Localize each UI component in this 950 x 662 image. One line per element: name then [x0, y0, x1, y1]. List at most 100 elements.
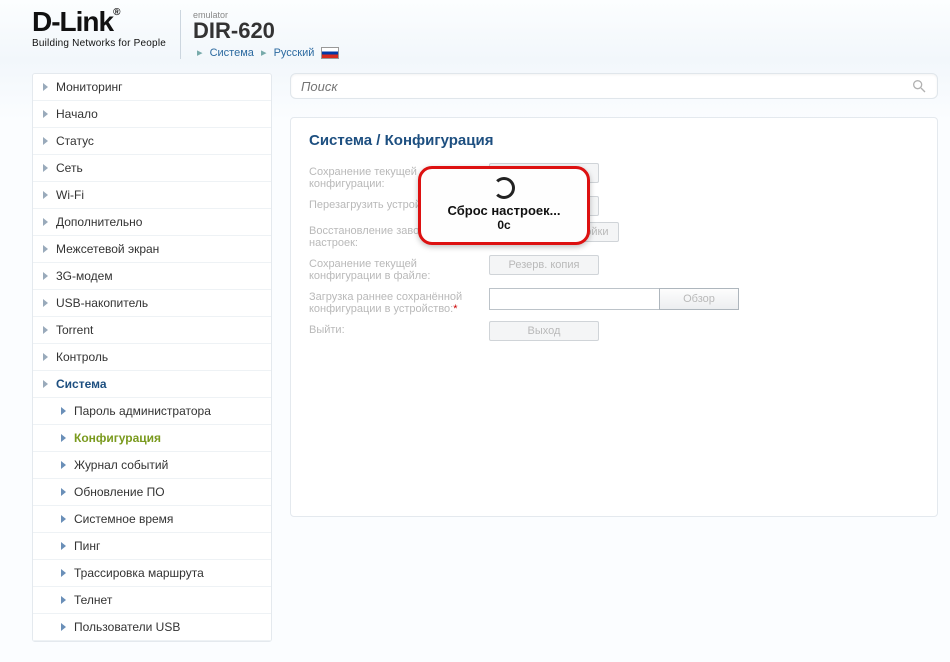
crumb-system[interactable]: Система [210, 47, 254, 59]
logout-button[interactable]: Выход [489, 321, 599, 341]
sidebar-item-wifi[interactable]: Wi-Fi [33, 182, 271, 209]
row-restore: Загрузка раннее сохранённой конфигурации… [309, 288, 919, 315]
chevron-right-icon [61, 434, 66, 442]
chevron-right-icon [43, 245, 48, 253]
chevron-right-icon [43, 272, 48, 280]
browse-button[interactable]: Обзор [659, 288, 739, 310]
search-icon [911, 78, 927, 94]
chevron-right-icon [43, 326, 48, 334]
chevron-right-icon [43, 164, 48, 172]
sidebar-item-label: Телнет [74, 593, 112, 607]
row-save-config: Сохранение текущей конфигурации: Сохрани… [309, 163, 919, 190]
chevron-right-icon: ▸ [197, 47, 203, 59]
chevron-right-icon [43, 83, 48, 91]
chevron-right-icon [43, 110, 48, 118]
sidebar-item-label: Трассировка маршрута [74, 566, 204, 580]
sidebar-item-label: Межсетевой экран [56, 242, 159, 256]
search-bar[interactable] [290, 73, 938, 99]
content-panel: Система / Конфигурация Сохранение текуще… [290, 117, 938, 517]
chevron-right-icon [43, 137, 48, 145]
title-section: Система [309, 132, 372, 149]
file-path-field[interactable] [489, 288, 659, 310]
chevron-right-icon [61, 461, 66, 469]
label-restore-text: Загрузка раннее сохранённой конфигурации… [309, 291, 462, 315]
sidebar-sub-update[interactable]: Обновление ПО [33, 479, 271, 506]
sidebar-item-label: Статус [56, 134, 94, 148]
chevron-right-icon: ▸ [261, 47, 267, 59]
chevron-right-icon [43, 191, 48, 199]
title-sub: Конфигурация [385, 132, 494, 149]
sidebar-item-3g[interactable]: 3G-модем [33, 263, 271, 290]
sidebar-sub-time[interactable]: Системное время [33, 506, 271, 533]
sidebar-item-label: Начало [56, 107, 98, 121]
main: Система / Конфигурация Сохранение текуще… [290, 73, 938, 517]
sidebar-sub-telnet[interactable]: Телнет [33, 587, 271, 614]
sidebar-item-label: Системное время [74, 512, 173, 526]
title-sep: / [372, 132, 385, 149]
search-input[interactable] [301, 79, 911, 94]
chevron-right-icon [61, 623, 66, 631]
sidebar-item-label: Контроль [56, 350, 108, 364]
sidebar-sub-usbusers[interactable]: Пользователи USB [33, 614, 271, 641]
backup-button[interactable]: Резерв. копия [489, 255, 599, 275]
breadcrumb: ▸ Система ▸ Русский [193, 46, 339, 59]
chevron-right-icon [61, 515, 66, 523]
sidebar-item-label: Пароль администратора [74, 404, 211, 418]
chevron-right-icon [61, 488, 66, 496]
row-backup: Сохранение текущей конфигурации в файле:… [309, 255, 919, 282]
sidebar-item-label: Torrent [56, 323, 93, 337]
brand-text: D-Link [32, 6, 113, 37]
chevron-right-icon [61, 569, 66, 577]
chevron-right-icon [43, 299, 48, 307]
sidebar-item-system[interactable]: Система [33, 371, 271, 398]
flag-ru-icon[interactable] [321, 47, 339, 59]
sidebar-item-label: Обновление ПО [74, 485, 165, 499]
chevron-right-icon [43, 380, 48, 388]
label-logout: Выйти: [309, 321, 489, 336]
crumb-language[interactable]: Русский [274, 47, 315, 59]
sidebar-submenu: Пароль администратора Конфигурация Журна… [33, 398, 271, 641]
sidebar-item-firewall[interactable]: Межсетевой экран [33, 236, 271, 263]
sidebar-sub-log[interactable]: Журнал событий [33, 452, 271, 479]
sidebar-item-label: Мониторинг [56, 80, 123, 94]
sidebar-item-start[interactable]: Начало [33, 101, 271, 128]
progress-modal: Сброс настроек... 0с [418, 166, 590, 245]
sidebar-item-label: Система [56, 377, 107, 391]
row-reboot: Перезагрузить устройство: Перезагрузить [309, 196, 919, 216]
sidebar-item-label: USB-накопитель [56, 296, 148, 310]
chevron-right-icon [61, 407, 66, 415]
sidebar-item-torrent[interactable]: Torrent [33, 317, 271, 344]
sidebar-item-label: Wi-Fi [56, 188, 84, 202]
sidebar-item-extra[interactable]: Дополнительно [33, 209, 271, 236]
sidebar-item-label: Пользователи USB [74, 620, 180, 634]
modal-message: Сброс настроек... [431, 203, 577, 218]
page-title: Система / Конфигурация [309, 132, 919, 149]
chevron-right-icon [43, 353, 48, 361]
file-chooser: Обзор [489, 288, 739, 310]
label-backup: Сохранение текущей конфигурации в файле: [309, 255, 489, 282]
label-restore: Загрузка раннее сохранённой конфигурации… [309, 288, 489, 315]
sidebar-sub-adminpw[interactable]: Пароль администратора [33, 398, 271, 425]
reg-mark: ® [113, 7, 119, 18]
sidebar-item-monitoring[interactable]: Мониторинг [33, 74, 271, 101]
sidebar-item-label: Дополнительно [56, 215, 142, 229]
modal-timer: 0с [431, 218, 577, 232]
sidebar-sub-trace[interactable]: Трассировка маршрута [33, 560, 271, 587]
row-logout: Выйти: Выход [309, 321, 919, 341]
header: D-Link® Building Networks for People emu… [32, 8, 938, 59]
chevron-right-icon [61, 542, 66, 550]
sidebar: Мониторинг Начало Статус Сеть Wi-Fi Допо… [32, 73, 272, 642]
sidebar-sub-ping[interactable]: Пинг [33, 533, 271, 560]
required-mark: * [453, 303, 457, 315]
sidebar-sub-config[interactable]: Конфигурация [33, 425, 271, 452]
brand-name: D-Link® [32, 8, 166, 36]
sidebar-item-label: 3G-модем [56, 269, 113, 283]
sidebar-item-net[interactable]: Сеть [33, 155, 271, 182]
sidebar-item-control[interactable]: Контроль [33, 344, 271, 371]
sidebar-item-status[interactable]: Статус [33, 128, 271, 155]
model-name: DIR-620 [193, 20, 339, 42]
sidebar-item-usb[interactable]: USB-накопитель [33, 290, 271, 317]
row-factory: Восстановление заводских настроек: Завод… [309, 222, 919, 249]
logo: D-Link® Building Networks for People [32, 8, 166, 49]
sidebar-item-label: Журнал событий [74, 458, 168, 472]
